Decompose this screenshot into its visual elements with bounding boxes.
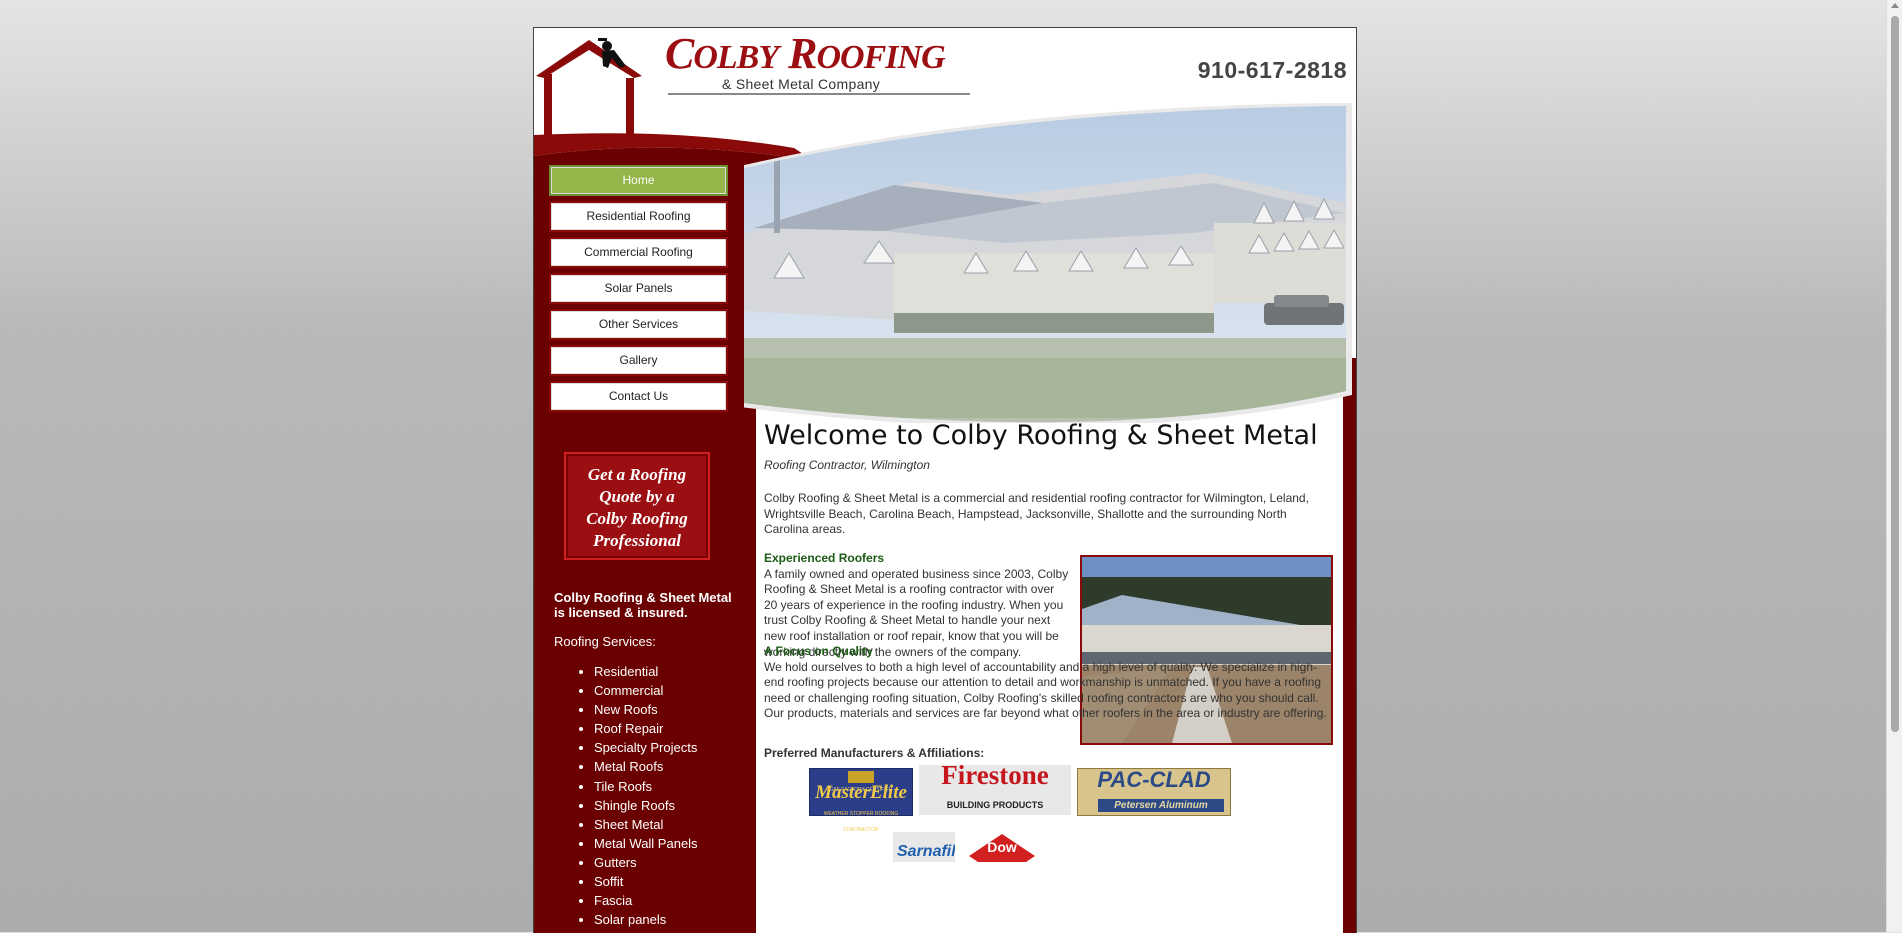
company-logo-subtitle: & Sheet Metal Company bbox=[722, 76, 881, 92]
experienced-heading: Experienced Roofers bbox=[764, 551, 885, 565]
service-link-gutters[interactable]: Gutters bbox=[594, 855, 637, 870]
sarnafil-logo[interactable]: Sarnafil bbox=[893, 832, 955, 862]
right-border-strip bbox=[1343, 358, 1356, 933]
service-link-fascia[interactable]: Fascia bbox=[594, 893, 632, 908]
service-link-metal-wall-panels[interactable]: Metal Wall Panels bbox=[594, 836, 698, 851]
nav-solar-panels[interactable]: Solar Panels bbox=[549, 273, 728, 304]
intro-paragraph: Colby Roofing & Sheet Metal is a commerc… bbox=[764, 491, 1309, 537]
house-logo-icon bbox=[536, 38, 642, 138]
services-heading: Roofing Services: bbox=[554, 634, 656, 649]
banner-building-photo bbox=[744, 103, 1352, 423]
scrollbar-thumb[interactable] bbox=[1891, 16, 1899, 732]
list-item: Metal Wall Panels bbox=[594, 834, 698, 853]
list-item: Residential bbox=[594, 662, 698, 681]
nav-contact-us[interactable]: Contact Us bbox=[549, 381, 728, 412]
dow-text: Dow bbox=[987, 839, 1017, 855]
firestone-subtext: BUILDING PRODUCTS bbox=[946, 800, 1044, 810]
firestone-logo[interactable]: Firestone BUILDING PRODUCTS bbox=[919, 760, 1071, 815]
page-subtitle: Roofing Contractor, Wilmington bbox=[764, 458, 930, 472]
service-link-specialty-projects[interactable]: Specialty Projects bbox=[594, 740, 697, 755]
quality-section: A Focus on Quality We hold ourselves to … bbox=[764, 644, 1334, 722]
masterelite-logo[interactable]: GAF FACTORY CERTIFIED MasterElite WEATHE… bbox=[809, 768, 913, 833]
service-link-sheet-metal[interactable]: Sheet Metal bbox=[594, 817, 663, 832]
page-scrollbar[interactable] bbox=[1886, 0, 1902, 932]
list-item: Solar panels bbox=[594, 910, 698, 929]
quote-line: Get a Roofing bbox=[587, 465, 687, 484]
list-item: Roof Repair bbox=[594, 719, 698, 738]
pac-clad-logo[interactable]: PAC-CLAD Petersen Aluminum bbox=[1077, 768, 1231, 816]
masterelite-text: MasterElite bbox=[815, 782, 907, 803]
service-link-soffit[interactable]: Soffit bbox=[594, 874, 623, 889]
get-quote-button[interactable]: Get a Roofing Quote by a Colby Roofing P… bbox=[564, 452, 710, 560]
scroll-up-arrow-icon[interactable] bbox=[1891, 3, 1899, 8]
quality-text: We hold ourselves to both a high level o… bbox=[764, 659, 1327, 721]
pac-clad-subtext: Petersen Aluminum bbox=[1098, 799, 1224, 812]
nav-gallery[interactable]: Gallery bbox=[549, 345, 728, 376]
list-item: Commercial bbox=[594, 681, 698, 700]
nav-commercial-roofing[interactable]: Commercial Roofing bbox=[549, 237, 728, 268]
company-logo-title[interactable]: COLBY ROOFING bbox=[665, 28, 946, 79]
list-item: Specialty Projects bbox=[594, 738, 698, 757]
nav-residential-roofing[interactable]: Residential Roofing bbox=[549, 201, 728, 232]
list-item: Shingle Roofs bbox=[594, 796, 698, 815]
services-list: Residential Commercial New Roofs Roof Re… bbox=[554, 662, 698, 929]
pac-clad-text: PAC-CLAD bbox=[1097, 767, 1211, 792]
dow-logo[interactable]: Dow bbox=[967, 832, 1037, 862]
quote-line: Colby Roofing bbox=[586, 509, 688, 528]
list-item: Fascia bbox=[594, 891, 698, 910]
list-item: Tile Roofs bbox=[594, 777, 698, 796]
list-item: Metal Roofs bbox=[594, 757, 698, 776]
list-item: Soffit bbox=[594, 872, 698, 891]
nav-other-services[interactable]: Other Services bbox=[549, 309, 728, 340]
service-link-residential[interactable]: Residential bbox=[594, 664, 658, 679]
licensed-notice: Colby Roofing & Sheet Metal is licensed … bbox=[554, 590, 732, 620]
service-link-solar-panels[interactable]: Solar panels bbox=[594, 912, 666, 927]
page-container: COLBY ROOFING & Sheet Metal Company 910-… bbox=[533, 27, 1357, 933]
service-link-new-roofs[interactable]: New Roofs bbox=[594, 702, 658, 717]
list-item: New Roofs bbox=[594, 700, 698, 719]
service-link-tile-roofs[interactable]: Tile Roofs bbox=[594, 779, 652, 794]
list-item: Gutters bbox=[594, 853, 698, 872]
quote-line: Professional bbox=[593, 531, 681, 550]
firestone-text: Firestone bbox=[941, 760, 1049, 790]
phone-number: 910-617-2818 bbox=[1197, 57, 1347, 83]
service-link-commercial[interactable]: Commercial bbox=[594, 683, 663, 698]
logo-divider bbox=[668, 93, 970, 95]
list-item: Sheet Metal bbox=[594, 815, 698, 834]
service-link-shingle-roofs[interactable]: Shingle Roofs bbox=[594, 798, 675, 813]
main-nav: Home Residential Roofing Commercial Roof… bbox=[549, 165, 728, 417]
page-title: Welcome to Colby Roofing & Sheet Metal bbox=[764, 420, 1318, 451]
quality-heading: A Focus on Quality bbox=[764, 644, 873, 658]
sarnafil-text: Sarnafil bbox=[897, 843, 955, 860]
quote-line: Quote by a bbox=[599, 487, 675, 506]
service-link-metal-roofs[interactable]: Metal Roofs bbox=[594, 759, 663, 774]
nav-home[interactable]: Home bbox=[549, 165, 728, 196]
service-link-roof-repair[interactable]: Roof Repair bbox=[594, 721, 663, 736]
